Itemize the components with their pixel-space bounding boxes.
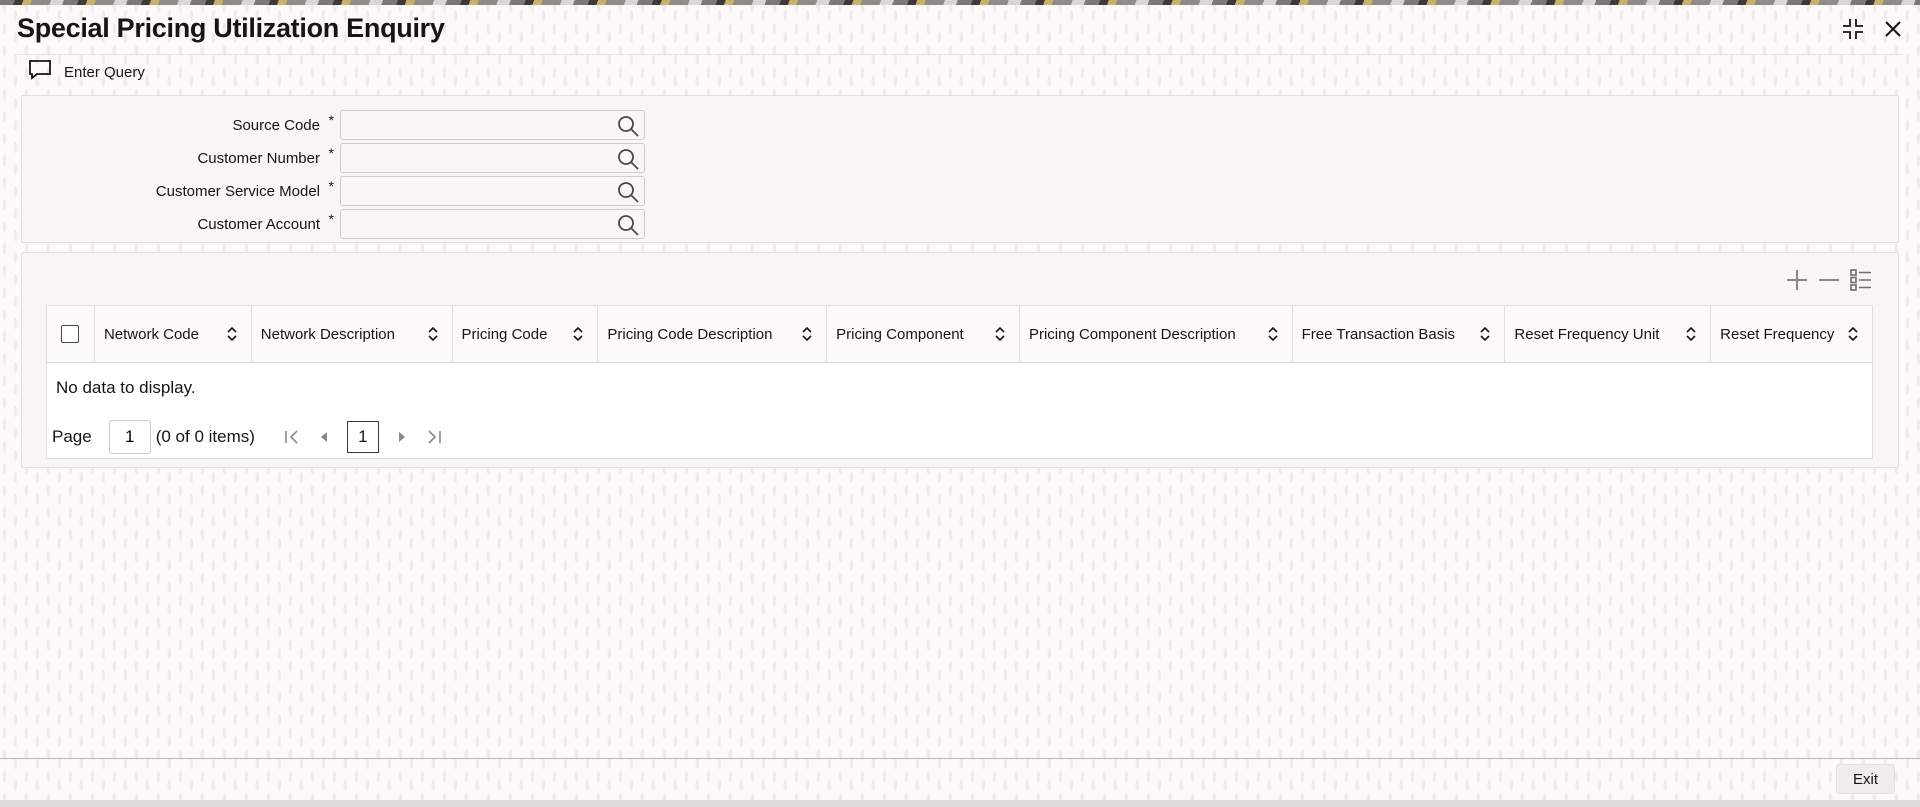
required-marker: * (328, 211, 334, 227)
pagination: Page (0 of 0 items) 1 (52, 420, 443, 454)
items-count: (0 of 0 items) (155, 427, 255, 446)
column-header-pricing-component-description[interactable]: Pricing Component Description (1020, 306, 1293, 362)
results-panel: Network Code Network Description Pricing… (21, 252, 1899, 468)
column-list-icon[interactable] (1848, 267, 1874, 293)
column-label: Network Description (260, 325, 395, 343)
sort-icon[interactable] (225, 326, 239, 342)
sort-icon[interactable] (571, 326, 585, 342)
column-label: Network Code (103, 325, 199, 343)
bottom-status-bar (0, 800, 1920, 807)
header-divider (17, 54, 1903, 55)
sort-icon[interactable] (1478, 326, 1492, 342)
column-header-network-code[interactable]: Network Code (95, 306, 252, 362)
column-header-network-description[interactable]: Network Description (252, 306, 453, 362)
results-table: Network Code Network Description Pricing… (46, 305, 1873, 459)
column-header-pricing-code[interactable]: Pricing Code (453, 306, 599, 362)
customer-account-field (340, 209, 645, 239)
select-all-checkbox[interactable] (61, 325, 80, 343)
window-controls (1840, 16, 1906, 42)
previous-page-icon[interactable] (315, 428, 333, 446)
customer-account-input[interactable] (341, 210, 611, 238)
field-customer-service-model: Customer Service Model * (22, 176, 645, 206)
select-all-cell (47, 306, 95, 362)
sort-icon[interactable] (426, 326, 440, 342)
column-header-free-transaction-basis[interactable]: Free Transaction Basis (1293, 306, 1506, 362)
column-header-reset-frequency-unit[interactable]: Reset Frequency Unit (1505, 306, 1712, 362)
sort-icon[interactable] (1684, 326, 1698, 342)
column-label: Pricing Component Description (1028, 325, 1236, 343)
field-customer-account: Customer Account * (22, 209, 645, 239)
chat-bubble-icon (28, 59, 52, 85)
column-header-pricing-code-description[interactable]: Pricing Code Description (598, 306, 828, 362)
search-icon[interactable] (616, 213, 640, 237)
column-label: Pricing Component (836, 325, 964, 343)
source-code-label: Source Code (232, 116, 320, 134)
page-number-input[interactable] (108, 420, 151, 454)
field-source-code: Source Code * (22, 110, 645, 140)
enter-query-label: Enter Query (64, 63, 145, 81)
close-icon[interactable] (1880, 16, 1906, 42)
grid-toolbar (1784, 267, 1874, 293)
enter-query-button[interactable]: Enter Query (28, 58, 145, 86)
customer-number-field (340, 143, 645, 173)
search-icon[interactable] (616, 180, 640, 204)
top-banner-strip (0, 0, 1920, 5)
customer-service-model-label: Customer Service Model (155, 182, 320, 200)
empty-message: No data to display. (56, 378, 196, 397)
field-customer-number: Customer Number * (22, 143, 645, 173)
customer-service-model-input[interactable] (341, 177, 611, 205)
search-icon[interactable] (616, 114, 640, 138)
column-label: Pricing Code Description (607, 325, 773, 343)
source-code-input[interactable] (341, 111, 611, 139)
table-header: Network Code Network Description Pricing… (47, 306, 1872, 363)
first-page-icon[interactable] (283, 428, 301, 446)
sort-icon[interactable] (800, 326, 814, 342)
page-navigation: 1 (283, 421, 443, 453)
page-label: Page (52, 427, 92, 446)
source-code-field (340, 110, 645, 140)
remove-row-icon[interactable] (1816, 267, 1842, 293)
required-marker: * (328, 178, 334, 194)
required-marker: * (328, 145, 334, 161)
column-label: Free Transaction Basis (1301, 325, 1456, 343)
page-title: Special Pricing Utilization Enquiry (17, 13, 445, 43)
customer-service-model-field (340, 176, 645, 206)
column-label: Pricing Code (461, 325, 548, 343)
last-page-icon[interactable] (425, 428, 443, 446)
sort-icon[interactable] (1266, 326, 1280, 342)
column-label: Reset Frequency (1720, 325, 1835, 343)
customer-account-label: Customer Account (197, 215, 320, 233)
customer-number-input[interactable] (341, 144, 611, 172)
column-header-reset-frequency[interactable]: Reset Frequency (1711, 306, 1872, 362)
required-marker: * (328, 112, 334, 128)
sort-icon[interactable] (993, 326, 1007, 342)
query-panel: Source Code * Customer Number * Customer… (21, 95, 1899, 243)
current-page-button[interactable]: 1 (346, 421, 379, 453)
next-page-icon[interactable] (393, 428, 411, 446)
exit-button[interactable]: Exit (1836, 764, 1895, 794)
search-icon[interactable] (616, 147, 640, 171)
column-header-pricing-component[interactable]: Pricing Component (827, 306, 1020, 362)
customer-number-label: Customer Number (197, 149, 320, 167)
sort-icon[interactable] (1846, 326, 1860, 342)
footer-divider (0, 758, 1920, 759)
add-row-icon[interactable] (1784, 267, 1810, 293)
column-label: Reset Frequency Unit (1514, 325, 1660, 343)
minimize-icon[interactable] (1840, 16, 1866, 42)
